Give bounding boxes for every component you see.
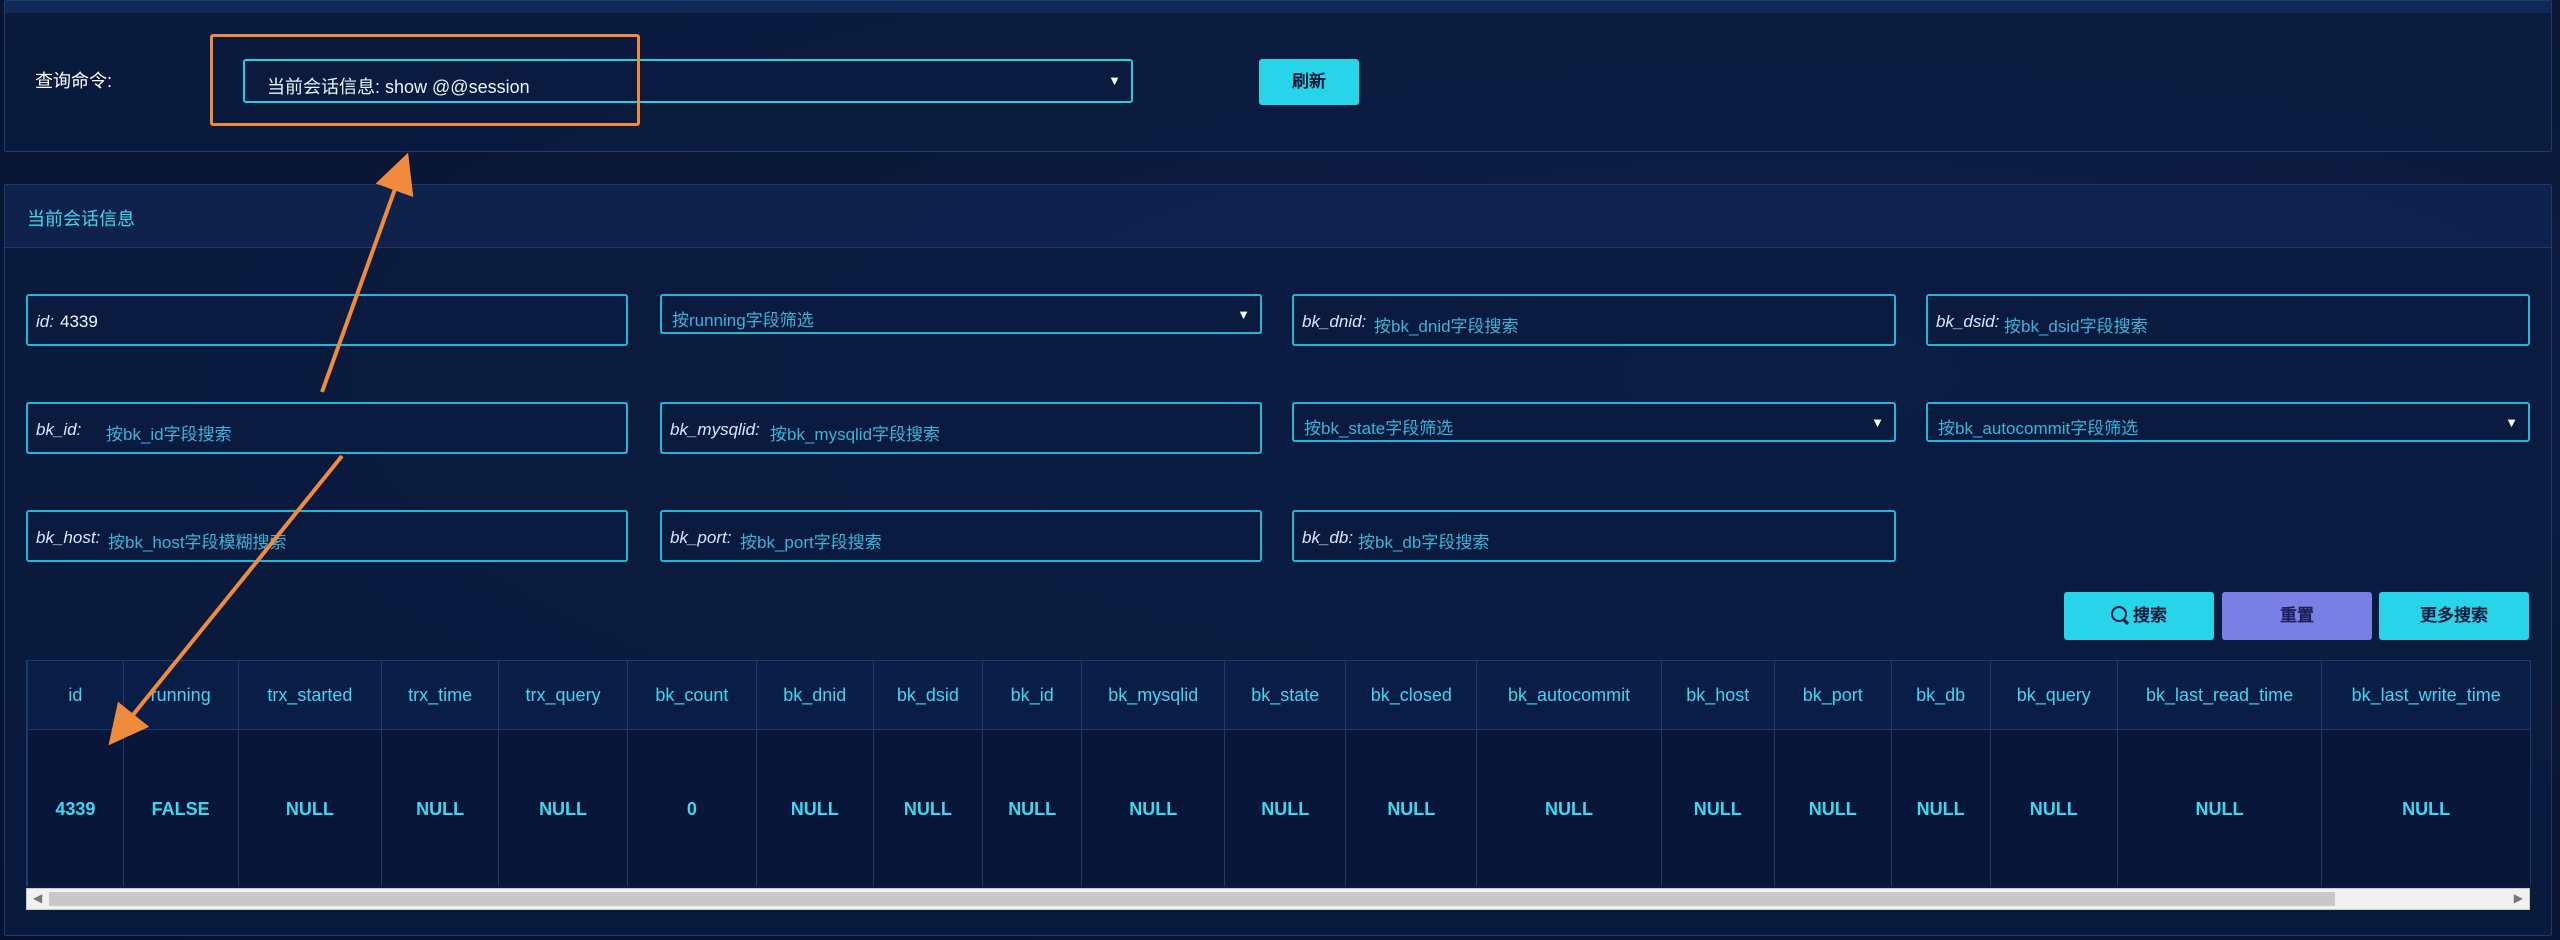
annotation-arrow-down xyxy=(108,454,344,746)
annotation-arrows xyxy=(108,152,414,746)
annotation-arrow-up xyxy=(320,152,414,393)
